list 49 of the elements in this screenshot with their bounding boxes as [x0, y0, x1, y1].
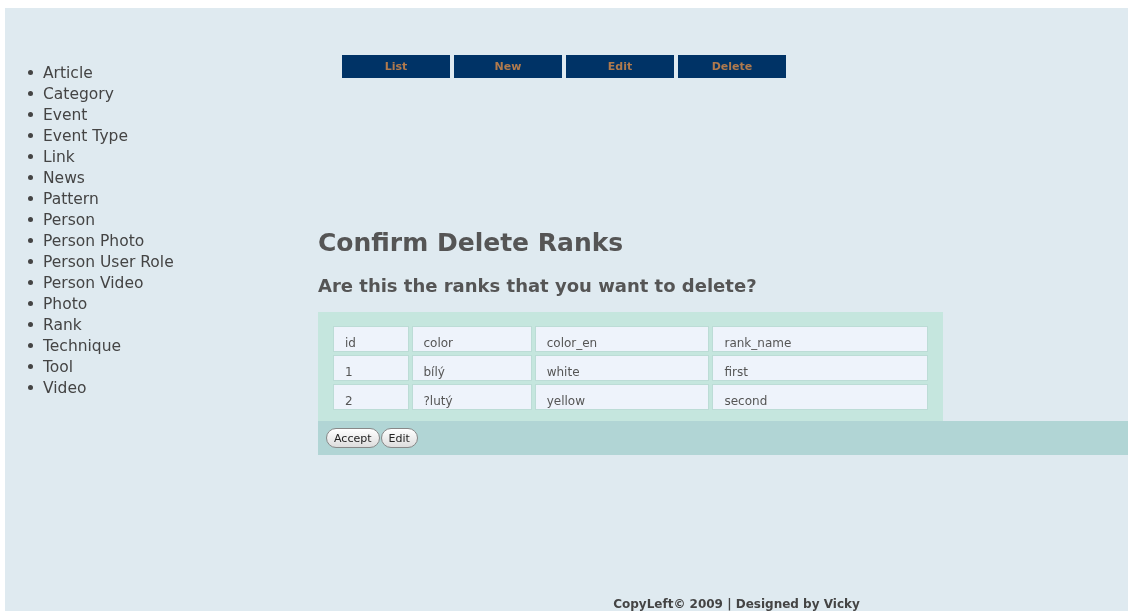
sidebar-link[interactable]: Person User Role [43, 252, 174, 271]
bullet-icon [28, 154, 33, 159]
table-cell: first [712, 355, 928, 381]
sidebar-link[interactable]: Event [43, 105, 88, 124]
bullet-icon [28, 322, 33, 327]
bullet-icon [28, 91, 33, 96]
bullet-icon [28, 385, 33, 390]
bullet-icon [28, 259, 33, 264]
sidebar-link[interactable]: Article [43, 63, 93, 82]
bullet-icon [28, 343, 33, 348]
sidebar-link[interactable]: Link [43, 147, 75, 166]
header-cell: color_en [534, 326, 710, 352]
sidebar-link[interactable]: Technique [43, 336, 122, 355]
sidebar-link[interactable]: Person Photo [43, 231, 145, 250]
bullet-icon [28, 175, 33, 180]
table-cell: second [712, 384, 928, 410]
sidebar-link[interactable]: Event Type [43, 126, 128, 145]
header-cell: rank_name [712, 326, 928, 352]
header-cell: id [333, 326, 409, 352]
sidebar-link[interactable]: News [43, 168, 85, 187]
bullet-icon [28, 196, 33, 201]
sidebar-link[interactable]: Photo [43, 294, 88, 313]
bullet-icon [28, 70, 33, 75]
footer-text: CopyLeft© 2009 | Designed by Vicky [612, 597, 861, 611]
sidebar-link[interactable]: Tool [43, 357, 74, 376]
bullet-icon [28, 280, 33, 285]
sidebar-link[interactable]: Rank [43, 315, 82, 334]
sidebar-link[interactable]: Person Video [43, 273, 144, 292]
table-cell: bílý [411, 355, 532, 381]
bullet-icon [28, 112, 33, 117]
bullet-icon [28, 238, 33, 243]
table-cell: ?lutý [411, 384, 532, 410]
form-button[interactable]: Edit [380, 428, 418, 448]
page-heading: Confirm Delete Ranks [318, 228, 625, 257]
sidebar-link[interactable]: Pattern [43, 189, 99, 208]
sidebar-link[interactable]: Category [43, 84, 114, 103]
header-cell: color [411, 326, 532, 352]
bullet-icon [28, 217, 33, 222]
table-cell: 1 [333, 355, 409, 381]
bullet-icon [28, 133, 33, 138]
bullet-icon [28, 301, 33, 306]
table-cell: yellow [534, 384, 710, 410]
form-button[interactable]: Accept [326, 428, 380, 448]
sidebar-link[interactable]: Video [43, 378, 87, 397]
table-cell: 2 [333, 384, 409, 410]
table-cell: white [534, 355, 710, 381]
sidebar-link[interactable]: Person [43, 210, 96, 229]
page-subheading: Are this the ranks that you want to delete? [318, 275, 758, 296]
bullet-icon [28, 364, 33, 369]
